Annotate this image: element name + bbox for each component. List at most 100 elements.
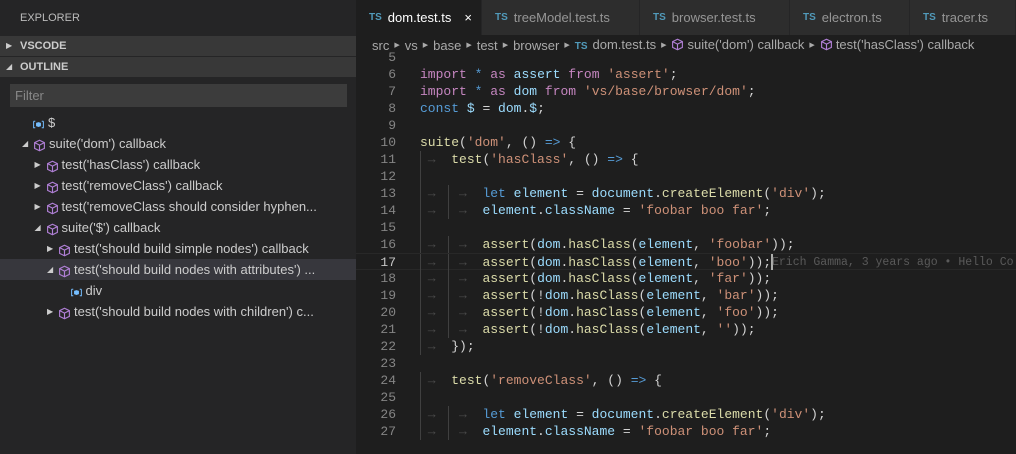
code-line[interactable]: 21 → → assert(!dom.hasClass(element, '')… (356, 321, 1016, 338)
code-token: 'vs/base/browser/dom' (583, 84, 748, 99)
outline-item[interactable]: ▶ test('removeClass') callback (0, 175, 356, 196)
line-number: 16 (380, 237, 396, 252)
code-token: dom (537, 237, 561, 252)
outline-item[interactable]: ▶ test('hasClass') callback (0, 154, 356, 175)
code-line[interactable]: 10 suite('dom', () => { (356, 134, 1016, 151)
outline-item-label: suite('$') callback (61, 220, 161, 235)
chevron-right-icon[interactable]: ▶ (47, 301, 57, 322)
tab-label: tracer.ts (941, 10, 989, 25)
code-line[interactable]: 8 const $ = dom.$; (356, 100, 1016, 117)
code-line[interactable]: 5 (356, 49, 1016, 66)
chevron-down-icon[interactable]: ◢ (47, 259, 57, 280)
close-icon[interactable]: × (464, 10, 472, 25)
code-token: (! (529, 305, 545, 320)
code-token: = (615, 203, 639, 218)
typescript-file-icon: TS (923, 12, 936, 23)
chevron-right-icon[interactable]: ▶ (35, 196, 45, 217)
code-line[interactable]: 6 import * as assert from 'assert'; (356, 66, 1016, 83)
chevron-down-icon[interactable]: ◢ (22, 133, 32, 154)
tab-browser-test-ts[interactable]: TS browser.test.ts (640, 0, 790, 35)
chevron-down-icon[interactable]: ◢ (35, 217, 45, 238)
code-line[interactable]: 18 → → assert(dom.hasClass(element, 'far… (356, 270, 1016, 287)
code-line[interactable]: 16 → → assert(dom.hasClass(element, 'foo… (356, 236, 1016, 253)
module-icon (58, 305, 71, 320)
module-icon (58, 242, 71, 257)
code-token: hasClass (576, 288, 639, 303)
outline-item-label: test('should build nodes with children')… (74, 304, 314, 319)
code-line[interactable]: 13 → → let element = document.createElem… (356, 185, 1016, 202)
code-text: → test('removeClass', () => { (420, 372, 662, 389)
outline-item[interactable]: div (0, 280, 356, 301)
outline-item-label: test('removeClass should consider hyphen… (61, 199, 317, 214)
code-line[interactable]: 9 (356, 117, 1016, 134)
code-token: . (568, 322, 577, 337)
code-token: ( (763, 407, 772, 422)
code-token: { (622, 152, 639, 167)
outline-item[interactable]: ▶ test('removeClass should consider hyphe… (0, 196, 356, 217)
outline-item[interactable]: ◢ suite('$') callback (0, 217, 356, 238)
code-line[interactable]: 7 import * as dom from 'vs/base/browser/d… (356, 83, 1016, 100)
outline-item-label: test('should build simple nodes') callba… (74, 241, 309, 256)
outline-filter-input[interactable] (10, 84, 347, 107)
tab-label: treeModel.test.ts (513, 10, 610, 25)
line-number: 10 (380, 135, 396, 150)
code-token: dom (544, 322, 569, 337)
tab-electron-ts[interactable]: TS electron.ts (790, 0, 910, 35)
code-line[interactable]: 23 (356, 355, 1016, 372)
tab-treeModel-test-ts[interactable]: TS treeModel.test.ts (482, 0, 640, 35)
code-token: '' (716, 322, 733, 337)
section-outline[interactable]: ◢ OUTLINE (0, 57, 356, 77)
line-number: 25 (380, 390, 396, 405)
section-vscode[interactable]: ▶ VSCODE (0, 36, 356, 56)
code-token: hasClass (568, 237, 631, 252)
code-line[interactable]: 22 → }); (356, 338, 1016, 355)
code-token: )); (747, 255, 772, 270)
line-number: 11 (380, 152, 396, 167)
code-token: test (451, 373, 483, 388)
outline-item[interactable]: ▶ test('should build simple nodes') callb… (0, 238, 356, 259)
code-line[interactable]: 14 → → element.className = 'foobar boo f… (356, 202, 1016, 219)
chevron-right-icon[interactable]: ▶ (47, 238, 57, 259)
outline-item[interactable]: ◢ suite('dom') callback (0, 133, 356, 154)
code-line[interactable]: 27 → → element.className = 'foobar boo f… (356, 423, 1016, 440)
outline-item[interactable]: ▶ test('should build nodes with children'… (0, 301, 356, 322)
code-token: = (568, 407, 592, 422)
typescript-file-icon: TS (803, 12, 816, 23)
tab-whitespace-icon: → (420, 271, 452, 286)
code-line[interactable]: 26 → → let element = document.createElem… (356, 406, 1016, 423)
outline-item[interactable]: $ (0, 112, 356, 133)
git-blame-annotation: Erich Gamma, 3 years ago • Hello Co (772, 256, 1014, 269)
code-token: 'div' (771, 407, 811, 422)
code-line[interactable]: 20 → → assert(!dom.hasClass(element, 'fo… (356, 304, 1016, 321)
code-text: → test('hasClass', () => { (420, 151, 639, 168)
line-number: 20 (380, 305, 396, 320)
code-token: ( (529, 237, 538, 252)
code-line[interactable]: 15 (356, 219, 1016, 236)
tab-label: dom.test.ts (387, 10, 452, 25)
code-line[interactable]: 24 → test('removeClass', () => { (356, 372, 1016, 389)
chevron-right-icon[interactable]: ▶ (35, 175, 45, 196)
code-text: → }); (420, 338, 475, 355)
code-token: , (700, 322, 717, 337)
tab-dom-test-ts[interactable]: TS dom.test.ts × (356, 0, 482, 35)
code-token: , () (505, 135, 545, 150)
code-token: 'hasClass' (490, 152, 569, 167)
outline-item-label: test('hasClass') callback (61, 157, 201, 172)
code-area[interactable]: 5 6 import * as assert from 'assert'; 7 impo… (356, 49, 1016, 440)
tab-whitespace-icon: → (420, 373, 452, 388)
code-line[interactable]: 17 → → assert(dom.hasClass(element, 'boo… (356, 253, 1016, 271)
code-line[interactable]: 11 → test('hasClass', () => { (356, 151, 1016, 168)
code-token: . (654, 186, 662, 201)
code-token: hasClass (568, 271, 631, 286)
tab-whitespace-icon: → (451, 424, 483, 439)
code-token: , (700, 288, 717, 303)
outline-item[interactable]: ◢ test('should build nodes with attribute… (0, 259, 356, 280)
code-line[interactable]: 12 (356, 168, 1016, 185)
code-line[interactable]: 19 → → assert(!dom.hasClass(element, 'ba… (356, 287, 1016, 304)
tab-whitespace-icon: → (420, 288, 452, 303)
tab-tracer-ts[interactable]: TS tracer.ts (910, 0, 1016, 35)
code-token: element (638, 271, 694, 286)
code-token: 'dom' (466, 135, 506, 150)
code-line[interactable]: 25 (356, 389, 1016, 406)
chevron-right-icon[interactable]: ▶ (35, 154, 45, 175)
